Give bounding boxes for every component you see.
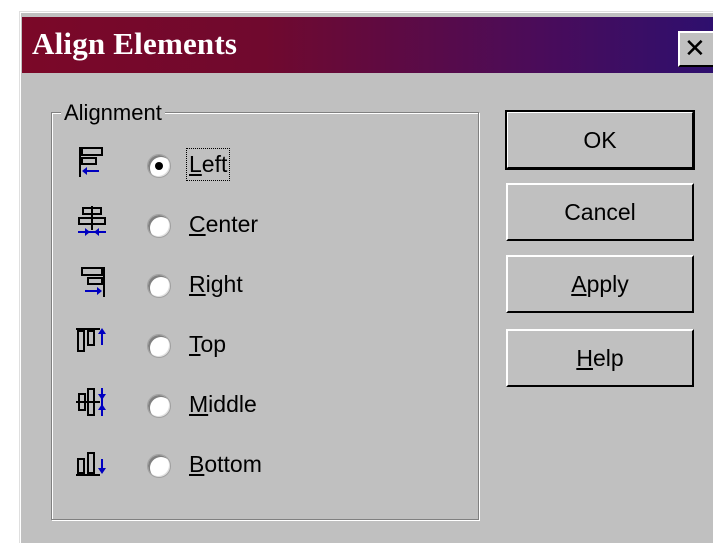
help-button[interactable]: Help [506,329,694,387]
dialog-title: Align Elements [32,26,238,61]
close-button[interactable]: ✕ [678,31,713,67]
align-center-icon [78,206,106,236]
radio-right[interactable] [147,274,171,298]
option-label-center[interactable]: Center [189,211,258,238]
option-label-right[interactable]: Right [189,271,243,298]
alignment-group [51,112,479,520]
radio-center[interactable] [147,214,171,238]
align-bottom-icon [76,452,106,476]
ok-button[interactable]: OK [505,110,695,170]
alignment-group-label: Alignment [61,100,165,126]
option-label-left[interactable]: Left [185,148,231,181]
option-label-middle[interactable]: Middle [189,391,257,418]
align-right-icon [81,267,105,297]
align-left-icon [79,147,103,177]
close-icon: ✕ [684,34,706,64]
cancel-button[interactable]: Cancel [506,183,694,241]
align-top-icon [76,328,106,352]
option-label-bottom[interactable]: Bottom [189,451,262,478]
title-bar[interactable]: Align Elements ✕ [22,17,713,73]
radio-middle[interactable] [147,394,171,418]
align-middle-icon [76,388,106,416]
radio-top[interactable] [147,334,171,358]
apply-button[interactable]: Apply [506,255,694,313]
option-label-top[interactable]: Top [189,331,226,358]
radio-bottom[interactable] [147,454,171,478]
radio-left[interactable] [147,154,171,178]
align-elements-dialog: Align Elements ✕ Alignment Left Center R… [19,11,713,543]
